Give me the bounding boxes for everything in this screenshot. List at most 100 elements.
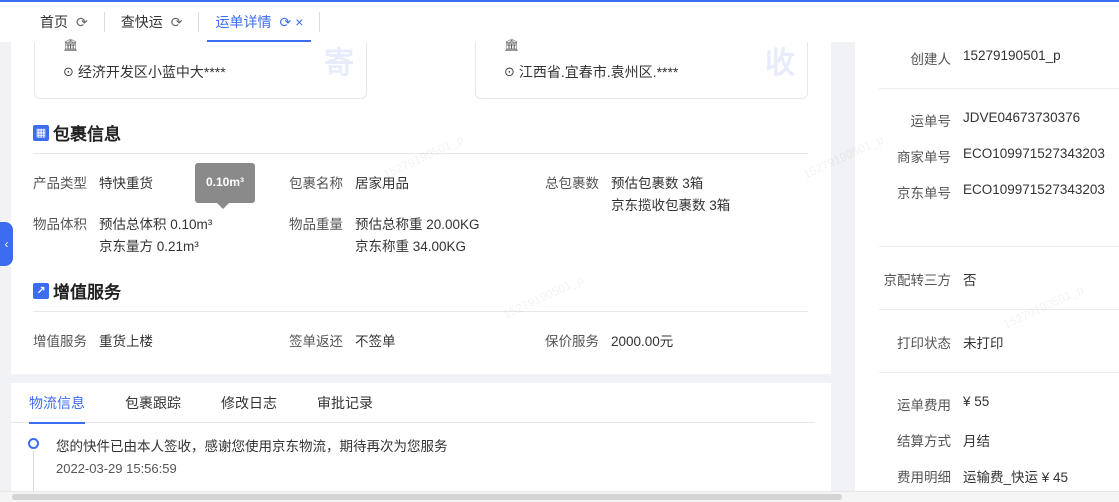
logistics-tabs: 物流信息 包裹跟踪 修改日志 审批记录 (11, 383, 815, 424)
waybill-summary-panel: 创建人 15279190501_p 运单号 JDVE04673730376 商家… (855, 42, 1119, 502)
timeline-event-time: 2022-03-29 15:56:59 (56, 461, 177, 476)
field-key: 物品重量 (289, 217, 343, 232)
close-icon[interactable]: × (295, 14, 303, 30)
field-key: 京配转三方 (883, 273, 952, 288)
field-value: 15279190501_p (963, 48, 1061, 63)
field-value: 预估总称重 20.00KG 京东称重 34.00KG (355, 214, 480, 258)
waybill-main-card: 🏛 ⊙ 经济开发区小蓝中大**** 寄 🏛 ⊙ 江西省.宜春市.袁州区.****… (11, 38, 831, 374)
timeline-line (33, 451, 34, 491)
divider (879, 372, 1119, 373)
estimated-packages: 预估包裹数 3箱 (611, 176, 704, 191)
product-type-field: 产品类型 特快重货 (33, 173, 153, 195)
field-value: JDVE04673730376 (963, 110, 1081, 125)
timeline-dot (28, 438, 39, 449)
refresh-icon[interactable]: ⟳ (279, 14, 291, 31)
measured-weight: 京东称重 34.00KG (355, 239, 467, 254)
package-section-title: ▦ 包裹信息 (33, 120, 121, 145)
estimated-volume[interactable]: 预估总体积 0.10m³ (99, 214, 212, 236)
sign-return-field: 签单返还 不签单 (289, 331, 396, 353)
scrollbar-thumb[interactable] (12, 494, 842, 500)
field-value: ECO109971527343203 (963, 182, 1105, 197)
tab-waybill-detail[interactable]: 运单详情 ⟳ × (199, 2, 319, 42)
tab-separator (319, 12, 321, 32)
refresh-icon[interactable]: ⟳ (171, 14, 183, 31)
tab-change-log[interactable]: 修改日志 (221, 383, 277, 423)
refresh-icon[interactable]: ⟳ (76, 14, 88, 31)
field-key: 物品体积 (33, 217, 87, 232)
field-key: 总包裹数 (545, 176, 599, 191)
field-key: 京东单号 (897, 186, 951, 201)
package-icon: ▦ (33, 124, 49, 141)
field-key: 商家单号 (897, 150, 951, 165)
logistics-card: 物流信息 包裹跟踪 修改日志 审批记录 您的快件已由本人签收，感谢您使用京东物流… (11, 383, 831, 491)
field-value: ECO109971527343203 (963, 146, 1105, 161)
collected-packages: 京东揽收包裹数 3箱 (611, 198, 731, 213)
package-name-field: 包裹名称 居家用品 (289, 173, 409, 195)
third-party-row: 京配转三方 否 (855, 269, 1119, 289)
section-title-text: 增值服务 (53, 283, 121, 302)
tab-logistics-info[interactable]: 物流信息 (29, 383, 85, 424)
building-icon: 🏛 (63, 38, 79, 52)
location-pin-icon: ⊙ (504, 64, 515, 79)
sender-location: ⊙ 经济开发区小蓝中大**** (63, 62, 226, 82)
field-key: 费用明细 (897, 470, 951, 485)
section-title-text: 包裹信息 (53, 125, 121, 144)
field-key: 增值服务 (33, 334, 87, 349)
field-key: 运单号 (910, 114, 952, 129)
chevron-left-icon: ‹ (4, 237, 9, 251)
collapse-handle[interactable]: ‹ (0, 222, 13, 266)
sender-address-card: 🏛 ⊙ 经济开发区小蓝中大**** 寄 (34, 38, 367, 99)
tab-express-search[interactable]: 查快运 ⟳ (105, 2, 199, 42)
tab-approval-records[interactable]: 审批记录 (317, 383, 373, 423)
field-key: 结算方式 (897, 434, 951, 449)
tab-label: 首页 (40, 14, 68, 30)
field-key: 包裹名称 (289, 176, 343, 191)
horizontal-scrollbar[interactable] (0, 491, 1119, 502)
field-key: 签单返还 (289, 334, 343, 349)
estimated-weight: 预估总称重 20.00KG (355, 217, 480, 232)
divider (33, 311, 808, 312)
field-value: 运输费_快运 ¥ 45 (963, 470, 1069, 485)
sender-address: 经济开发区小蓝中大**** (77, 64, 226, 80)
sender-watermark: 寄 (324, 47, 354, 80)
jd-no-row: 京东单号 ECO109971527343203 (855, 182, 1119, 202)
receiver-watermark: 收 (765, 47, 795, 80)
waybill-no-row: 运单号 JDVE04673730376 (855, 110, 1119, 130)
merchant-no-row: 商家单号 ECO109971527343203 (855, 146, 1119, 166)
field-key: 打印状态 (897, 336, 951, 351)
receiver-address: 江西省.宜春市.袁州区.**** (518, 64, 679, 80)
tab-bar: 首页 ⟳ 查快运 ⟳ 运单详情 ⟳ × (0, 2, 1119, 42)
field-value: 居家用品 (355, 176, 409, 191)
measured-volume: 京东量方 0.21m³ (99, 239, 199, 254)
fee-detail-row: 费用明细 运输费_快运 ¥ 45 (855, 466, 1119, 486)
volume-tooltip: 0.10m³ (195, 163, 255, 209)
field-value: 月结 (963, 434, 990, 449)
trend-chart-icon: ↗ (33, 282, 49, 299)
field-value: 特快重货 (99, 176, 153, 191)
field-value: 未打印 (963, 336, 1004, 351)
tab-home[interactable]: 首页 ⟳ (24, 2, 104, 42)
field-value: 预估包裹数 3箱 京东揽收包裹数 3箱 (611, 173, 730, 217)
field-value: 重货上楼 (99, 334, 153, 349)
tab-label: 运单详情 (215, 14, 272, 30)
field-value: 不签单 (355, 334, 396, 349)
divider (879, 88, 1119, 89)
field-value: 否 (963, 273, 977, 288)
settlement-row: 结算方式 月结 (855, 430, 1119, 450)
value-added-section-title: ↗ 增值服务 (33, 278, 121, 303)
divider (879, 246, 1119, 247)
field-key: 保价服务 (545, 334, 599, 349)
field-value: 预估总体积 0.10m³ 京东量方 0.21m³ (99, 214, 212, 258)
weight-field: 物品重量 预估总称重 20.00KG 京东称重 34.00KG (289, 214, 480, 258)
fee-row: 运单费用 ¥ 55 (855, 394, 1119, 414)
receiver-location: ⊙ 江西省.宜春市.袁州区.**** (504, 62, 678, 82)
insurance-field: 保价服务 2000.00元 (545, 331, 673, 353)
location-pin-icon: ⊙ (63, 64, 74, 79)
value-added-service-field: 增值服务 重货上楼 (33, 331, 153, 353)
volume-field: 物品体积 预估总体积 0.10m³ 京东量方 0.21m³ (33, 214, 212, 258)
creator-row: 创建人 15279190501_p (855, 48, 1119, 68)
field-value: ¥ 55 (963, 394, 990, 409)
receiver-address-card: 🏛 ⊙ 江西省.宜春市.袁州区.**** 收 (475, 38, 808, 99)
tab-package-tracking[interactable]: 包裹跟踪 (125, 383, 181, 423)
total-packages-field: 总包裹数 预估包裹数 3箱 京东揽收包裹数 3箱 (545, 173, 730, 217)
